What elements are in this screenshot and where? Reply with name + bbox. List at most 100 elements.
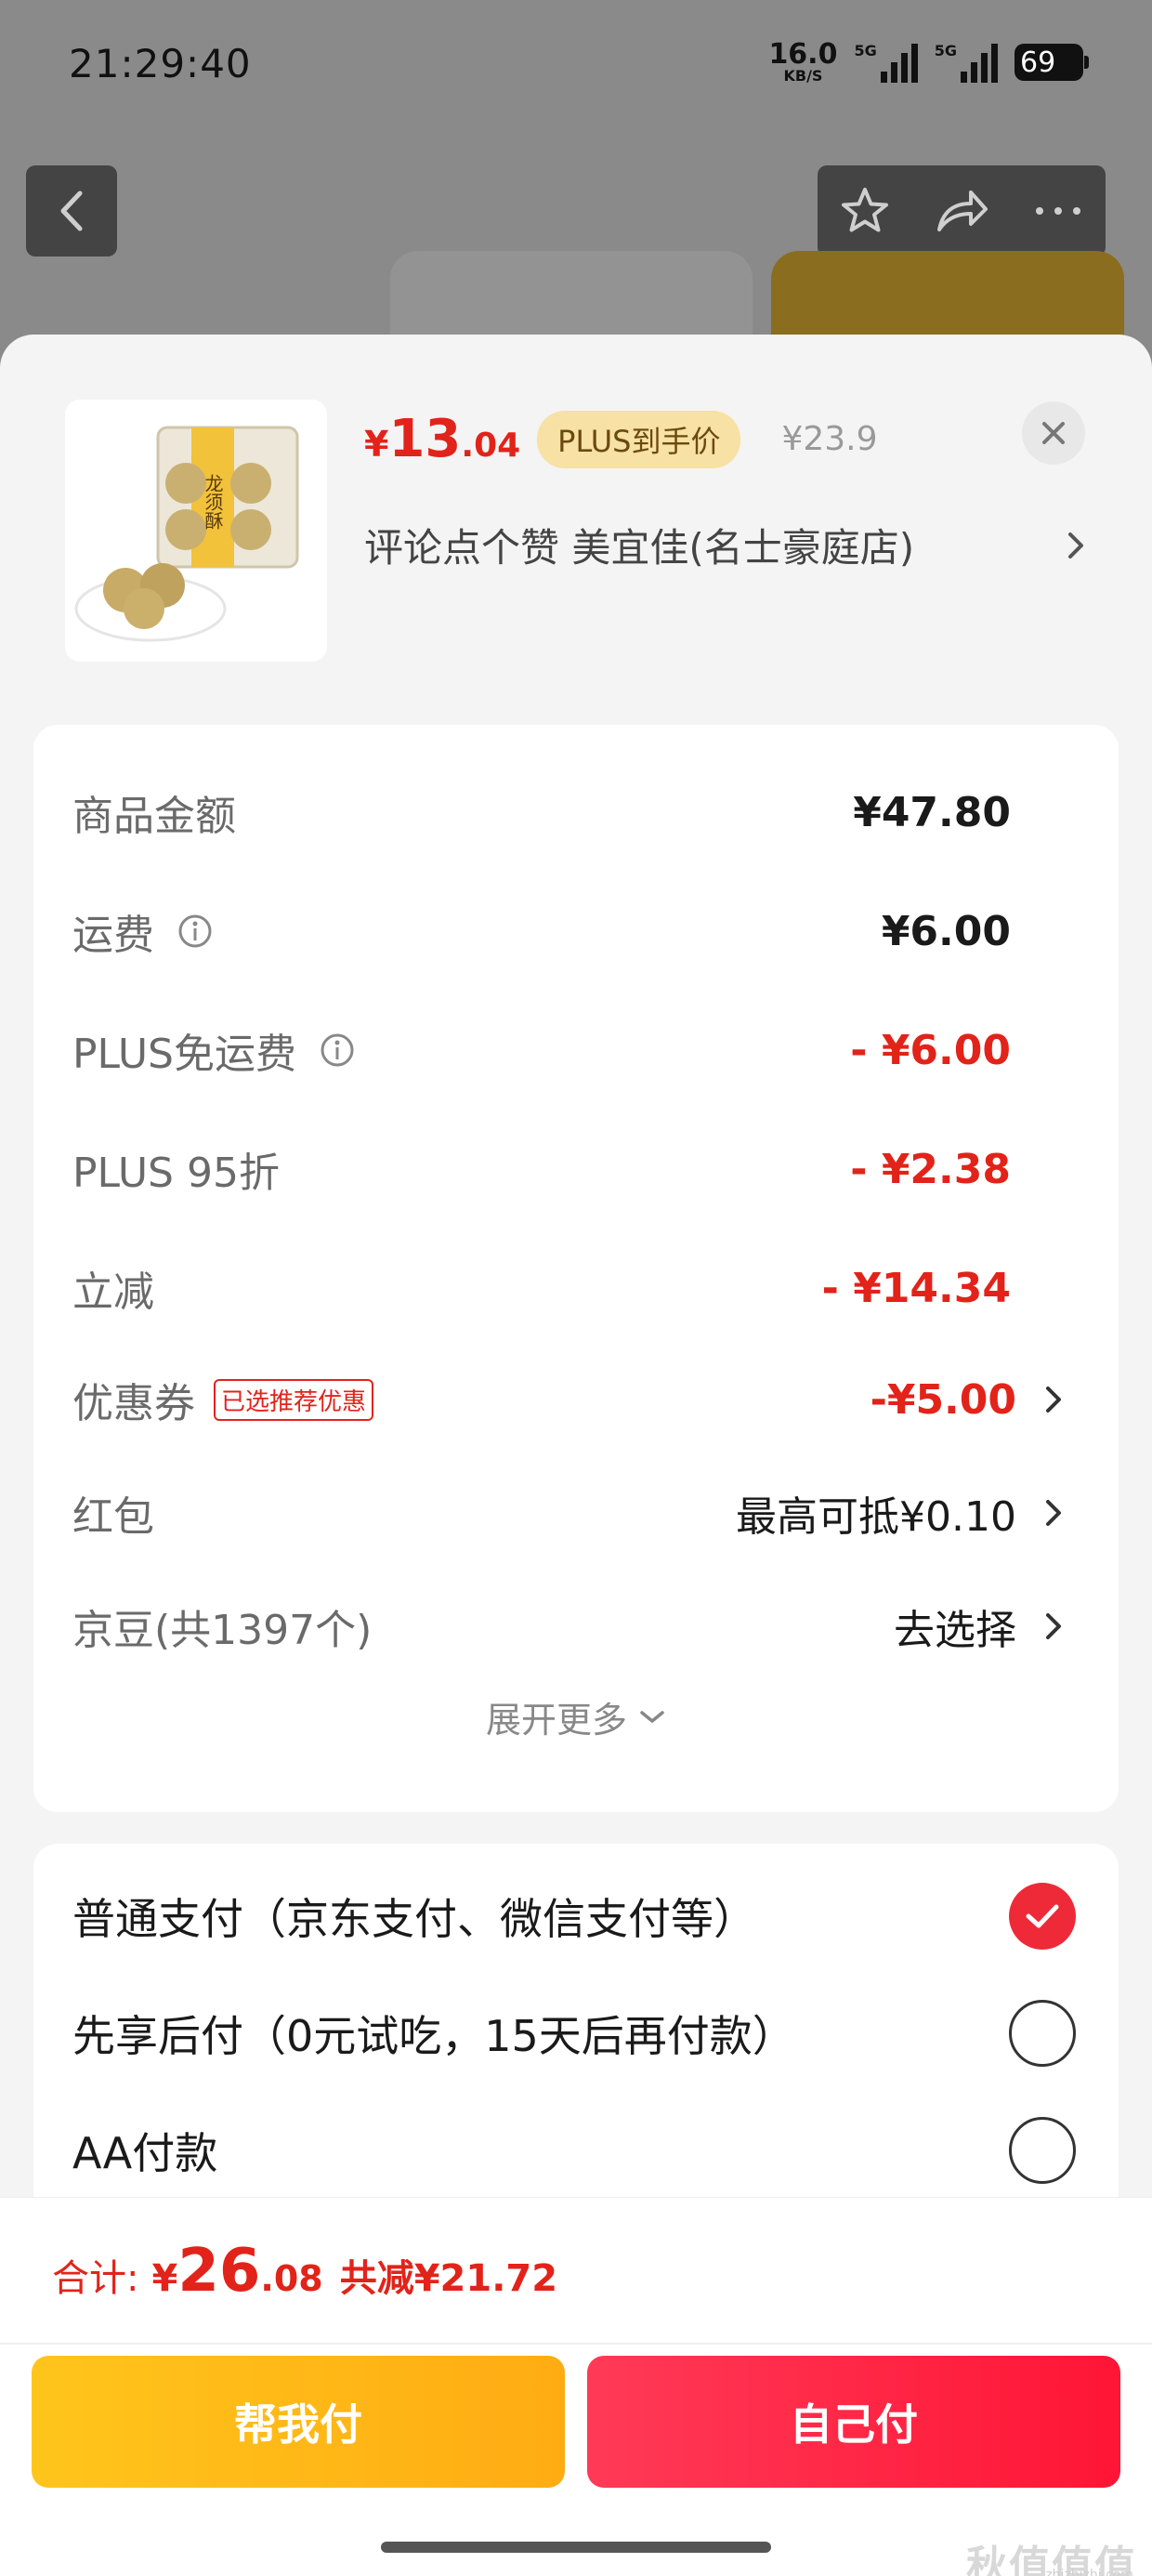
total-saved: 共减¥21.72 bbox=[339, 2257, 558, 2300]
fee-summary-card: 商品金额 ¥47.80 运费 ¥6.00 PLUS免运费 - ¥6.00 PLU… bbox=[33, 725, 1119, 1812]
total-decimal: .08 bbox=[260, 2258, 323, 2299]
signal-icon: 5G bbox=[854, 42, 918, 83]
status-time: 21:29:40 bbox=[69, 41, 252, 86]
price-decimal: .04 bbox=[461, 427, 521, 465]
product-illustration: 龙须酥 bbox=[74, 426, 299, 642]
fee-label: 商品金额 bbox=[72, 793, 236, 840]
fee-amount: ¥6.00 bbox=[881, 907, 1011, 955]
chevron-right-icon bbox=[1046, 1387, 1061, 1413]
more-icon[interactable] bbox=[1032, 204, 1084, 218]
battery-icon: 69 bbox=[1015, 44, 1089, 81]
battery-level: 69 bbox=[1020, 46, 1056, 79]
red-packet-row[interactable]: 红包 最高可抵¥0.10 bbox=[72, 1476, 1067, 1550]
chevron-left-icon bbox=[60, 191, 83, 231]
status-indicators: 16.0 KB/S 5G 5G 69 bbox=[768, 41, 1089, 84]
coupon-amount: -¥5.00 bbox=[870, 1375, 1016, 1424]
status-bar: 21:29:40 16.0 KB/S 5G 5G 69 bbox=[0, 0, 1152, 139]
back-button[interactable] bbox=[26, 165, 117, 256]
signal-icon: 5G bbox=[935, 42, 998, 83]
price-integer: 13 bbox=[388, 409, 462, 469]
fee-row-shipping: 运费 ¥6.00 bbox=[72, 894, 1067, 968]
fee-value: - ¥14.34 bbox=[822, 1265, 1067, 1312]
help-pay-button[interactable]: 帮我付 bbox=[32, 2356, 565, 2488]
info-icon[interactable] bbox=[177, 913, 214, 950]
payment-option-label: 普通支付（京东支付、微信支付等） bbox=[72, 1894, 756, 1944]
product-package-label: 龙须酥 bbox=[202, 474, 224, 530]
fee-label: 运费 bbox=[72, 901, 214, 961]
recommended-tag: 已选推荐优惠 bbox=[214, 1378, 374, 1421]
payment-option-aa[interactable]: AA付款 bbox=[72, 2106, 1076, 2195]
watermark-url: zhizhizhi.com bbox=[1045, 2568, 1133, 2576]
chevron-right-icon bbox=[1068, 532, 1083, 559]
price-row: ¥ 13 .04 PLUS到手价 ¥23.9 bbox=[364, 409, 878, 469]
close-button[interactable] bbox=[1022, 401, 1085, 465]
check-icon bbox=[1026, 1904, 1059, 1928]
network-speed-unit: KB/S bbox=[783, 67, 823, 85]
fee-label: 立减 bbox=[72, 1268, 154, 1316]
plus-price: ¥ 13 .04 bbox=[364, 409, 520, 469]
plus-price-tag: PLUS到手价 bbox=[537, 410, 741, 468]
payment-option-label: AA付款 bbox=[72, 2128, 218, 2178]
close-icon bbox=[1042, 422, 1065, 444]
chevron-right-icon bbox=[1046, 1500, 1061, 1526]
fee-row-plus-discount: PLUS 95折 - ¥2.38 bbox=[72, 1132, 1067, 1206]
payment-option-label: 先享后付（0元试吃，15天后再付款） bbox=[72, 2011, 795, 2061]
share-icon[interactable] bbox=[934, 185, 989, 237]
fee-amount: - ¥2.38 bbox=[850, 1145, 1011, 1193]
fee-label: 红包 bbox=[72, 1493, 154, 1541]
total-integer: 26 bbox=[177, 2237, 261, 2306]
jd-beans-select: 去选择 bbox=[894, 1607, 1016, 1654]
fee-label: PLUS 95折 bbox=[72, 1150, 280, 1197]
jd-beans-value: 去选择 bbox=[894, 1597, 1067, 1656]
divider bbox=[0, 2343, 1152, 2345]
fee-amount: ¥47.80 bbox=[853, 788, 1011, 836]
total-currency: ¥ bbox=[151, 2257, 178, 2300]
fee-label-text: PLUS免运费 bbox=[72, 1031, 296, 1078]
network-speed: 16.0 KB/S bbox=[768, 41, 837, 84]
expand-more-button[interactable]: 展开更多 bbox=[33, 1691, 1119, 1742]
fee-value: - ¥6.00 bbox=[850, 1027, 1067, 1074]
total-label: 合计: bbox=[52, 2257, 139, 2300]
jd-beans-row[interactable]: 京豆(共1397个) 去选择 bbox=[72, 1589, 1067, 1663]
fee-label: 京豆(共1397个) bbox=[72, 1607, 373, 1654]
fee-label: 优惠券 已选推荐优惠 bbox=[72, 1370, 374, 1429]
red-packet-value: 最高可抵¥0.10 bbox=[736, 1483, 1067, 1543]
signal-label: 5G bbox=[854, 42, 877, 59]
total-row: 合计: ¥ 26 .08 共减¥21.72 bbox=[52, 2237, 557, 2306]
payment-option-normal[interactable]: 普通支付（京东支付、微信支付等） bbox=[72, 1872, 1076, 1961]
info-icon[interactable] bbox=[319, 1032, 356, 1069]
fee-row-goods-amount: 商品金额 ¥47.80 bbox=[72, 775, 1067, 849]
chevron-down-icon bbox=[640, 1710, 664, 1723]
fee-amount: - ¥14.34 bbox=[821, 1264, 1011, 1312]
radio-checked[interactable] bbox=[1009, 1883, 1076, 1950]
price-currency: ¥ bbox=[364, 424, 389, 465]
expand-more-label: 展开更多 bbox=[485, 1700, 627, 1741]
top-action-group bbox=[818, 165, 1106, 256]
coupon-row[interactable]: 优惠券 已选推荐优惠 -¥5.00 bbox=[72, 1362, 1067, 1437]
store-link[interactable]: 评论点个赞 美宜佳(名士豪庭店) bbox=[364, 517, 1089, 573]
star-icon[interactable] bbox=[839, 185, 891, 237]
fee-label-text: 运费 bbox=[72, 912, 154, 959]
signal-label: 5G bbox=[934, 42, 957, 59]
radio-unchecked[interactable] bbox=[1009, 2000, 1076, 2067]
fee-row-instant-discount: 立减 - ¥14.34 bbox=[72, 1251, 1067, 1325]
original-price: ¥23.9 bbox=[781, 420, 878, 458]
coupon-value: -¥5.00 bbox=[871, 1376, 1067, 1424]
fee-amount: - ¥6.00 bbox=[850, 1026, 1011, 1074]
radio-unchecked[interactable] bbox=[1009, 2117, 1076, 2184]
fee-label: PLUS免运费 bbox=[72, 1020, 356, 1080]
fee-value: ¥6.00 bbox=[882, 908, 1067, 955]
payment-option-pay-later[interactable]: 先享后付（0元试吃，15天后再付款） bbox=[72, 1989, 1076, 2078]
fee-row-plus-free-shipping: PLUS免运费 - ¥6.00 bbox=[72, 1013, 1067, 1087]
self-pay-button[interactable]: 自己付 bbox=[587, 2356, 1120, 2488]
fee-value: - ¥2.38 bbox=[850, 1146, 1067, 1193]
chevron-right-icon bbox=[1046, 1613, 1061, 1639]
home-indicator[interactable] bbox=[381, 2542, 771, 2553]
product-image: 龙须酥 bbox=[65, 400, 327, 662]
fee-value: ¥47.80 bbox=[853, 789, 1067, 836]
network-speed-value: 16.0 bbox=[768, 38, 838, 71]
coupon-label: 优惠券 bbox=[72, 1380, 195, 1427]
checkout-footer: 合计: ¥ 26 .08 共减¥21.72 帮我付 自己付 秋值值值 zhizh… bbox=[0, 2197, 1152, 2576]
red-packet-amount: 最高可抵¥0.10 bbox=[736, 1493, 1016, 1541]
store-name: 评论点个赞 美宜佳(名士豪庭店) bbox=[364, 525, 915, 571]
